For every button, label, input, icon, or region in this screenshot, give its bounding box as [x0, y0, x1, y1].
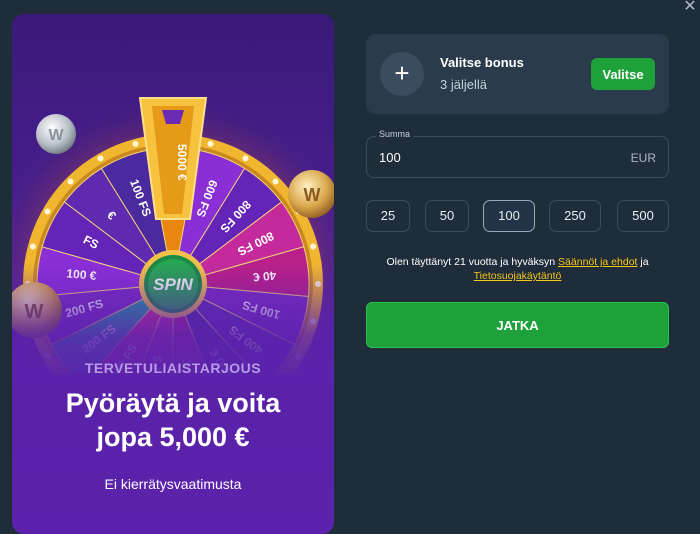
promo-title-line-1: Pyöräytä ja voita	[65, 388, 281, 418]
bonus-title: Valitse bonus	[440, 55, 524, 70]
rim-light	[272, 178, 279, 185]
privacy-policy-link[interactable]: Tietosuojakäytäntö	[474, 270, 562, 282]
promo-subtitle: Ei kierrätysvaatimusta	[104, 476, 242, 492]
preset-amount-100[interactable]: 100	[483, 200, 535, 232]
close-icon[interactable]: ✕	[682, 0, 698, 16]
rim-light	[242, 155, 249, 162]
terms-and-conditions-link[interactable]: Säännöt ja ehdot	[558, 256, 637, 268]
bonus-remaining: 3 jäljellä	[440, 77, 487, 92]
preset-amount-500[interactable]: 500	[617, 200, 669, 232]
svg-text:W: W	[304, 185, 321, 205]
terms-prefix: Olen täyttänyt 21 vuotta ja hyväksyn	[386, 256, 559, 268]
preset-amount-250[interactable]: 250	[549, 200, 601, 232]
bonus-selector-card: + Valitse bonus 3 jäljellä Valitse	[366, 34, 669, 114]
rim-light	[97, 155, 104, 162]
rim-light	[132, 140, 139, 147]
add-bonus-icon[interactable]: +	[380, 52, 424, 96]
pointer-prize-label: 5000 €	[175, 144, 189, 181]
amount-label: Summa	[376, 129, 414, 139]
rim-light	[207, 140, 214, 147]
amount-input[interactable]: 100 EUR	[366, 136, 669, 178]
rim-light	[29, 243, 36, 250]
svg-text:W: W	[48, 127, 64, 144]
rim-light	[67, 178, 74, 185]
promo-title-line-2: jopa 5,000 €	[96, 422, 250, 452]
preset-amount-50[interactable]: 50	[425, 200, 469, 232]
amount-currency: EUR	[630, 151, 656, 165]
rim-light	[310, 243, 317, 250]
terms-middle: ja	[637, 256, 649, 268]
preset-amount-25[interactable]: 25	[366, 200, 410, 232]
select-bonus-button[interactable]: Valitse	[591, 58, 655, 90]
amount-value[interactable]: 100	[379, 150, 401, 165]
promo-title: Pyöräytä ja voita jopa 5,000 €	[12, 386, 334, 454]
terms-text: Olen täyttänyt 21 vuotta ja hyväksyn Sää…	[366, 255, 669, 283]
continue-button[interactable]: JATKA	[366, 302, 669, 348]
promo-card: 600 FS800 FS800 FS40 €100 FS400 FS200 €1…	[12, 14, 334, 534]
promo-eyebrow: TERVETULIAISTARJOUS	[84, 360, 262, 376]
rim-light	[44, 208, 51, 215]
